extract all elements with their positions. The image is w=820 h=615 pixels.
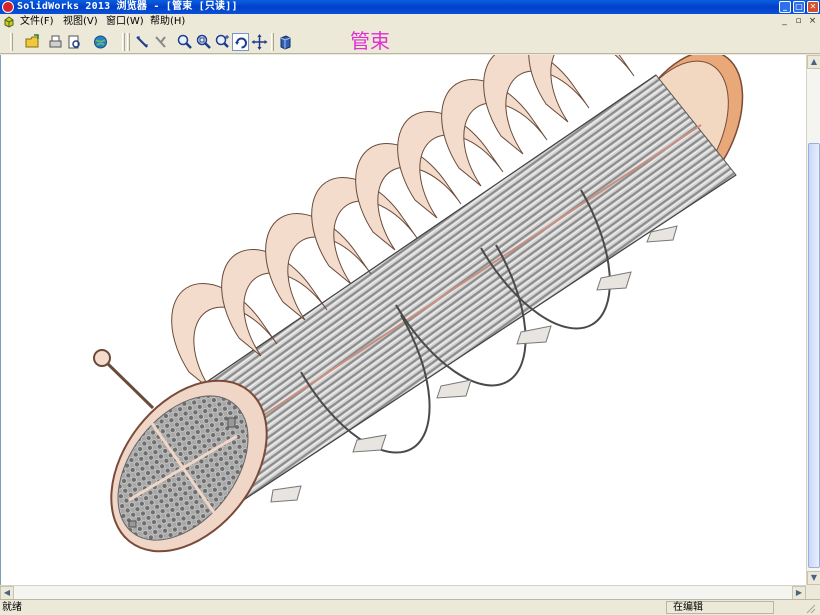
view-orientation-icon[interactable] — [277, 33, 294, 51]
mdi-restore-button[interactable]: ▫ — [793, 16, 804, 27]
toolbar-grip[interactable] — [122, 33, 125, 51]
horizontal-scrollbar[interactable]: ◀ ▶ — [0, 585, 806, 600]
tube-bundle-model — [93, 55, 744, 553]
zoom-area-icon[interactable] — [195, 33, 212, 51]
mdi-close-button[interactable]: × — [807, 16, 818, 27]
menu-window[interactable]: 窗口(W) — [106, 14, 144, 30]
minimize-button[interactable]: _ — [779, 1, 791, 13]
menu-view[interactable]: 视图(V) — [63, 14, 98, 30]
print-icon[interactable] — [47, 33, 64, 51]
zoom-fit-icon[interactable] — [176, 33, 193, 51]
close-button[interactable]: ✕ — [807, 1, 819, 13]
zoom-in-out-icon[interactable] — [214, 33, 231, 51]
menu-help[interactable]: 帮助(H) — [150, 14, 185, 30]
open-icon[interactable] — [24, 33, 41, 51]
scroll-down-icon[interactable]: ▼ — [807, 571, 820, 585]
lifting-lug — [93, 349, 155, 410]
mdi-minimize-button[interactable]: _ — [779, 16, 790, 27]
maximize-button[interactable]: □ — [793, 1, 805, 13]
document-icon[interactable] — [3, 16, 15, 28]
pan-icon[interactable] — [251, 33, 268, 51]
graphics-area[interactable] — [0, 55, 806, 585]
vertical-scrollbar[interactable]: ▲ ▼ — [806, 55, 820, 585]
scrollbar-corner — [806, 585, 820, 599]
scroll-left-icon[interactable]: ◀ — [0, 586, 14, 600]
rotate-icon[interactable] — [232, 33, 249, 51]
title-bar: SolidWorks 2013 浏览器 - [管束 [只读]] _ □ ✕ — [0, 0, 820, 14]
solidworks-app-icon[interactable] — [2, 1, 14, 13]
toolbar-grip[interactable] — [271, 33, 274, 51]
print-preview-icon[interactable] — [66, 33, 83, 51]
toolbar-grip[interactable] — [10, 33, 13, 51]
measure-icon[interactable] — [134, 33, 151, 51]
status-mode: 在编辑 — [666, 601, 774, 614]
resize-grip-icon[interactable] — [804, 602, 816, 614]
status-bar: 就绪 在编辑 — [0, 599, 820, 615]
status-text: 就绪 — [2, 602, 22, 613]
menu-bar: 文件(F) 视图(V) 窗口(W) 帮助(H) _ ▫ × — [0, 14, 820, 30]
toolbar — [0, 30, 820, 54]
window-title: SolidWorks 2013 浏览器 - [管束 [只读]] — [17, 1, 238, 12]
web-icon[interactable] — [92, 33, 109, 51]
hide-icon[interactable] — [152, 33, 169, 51]
scroll-right-icon[interactable]: ▶ — [792, 586, 806, 600]
vertical-scroll-thumb[interactable] — [808, 143, 820, 568]
document-label: 管束 — [350, 29, 390, 53]
toolbar-grip[interactable] — [127, 33, 130, 51]
scroll-up-icon[interactable]: ▲ — [807, 55, 820, 69]
menu-file[interactable]: 文件(F) — [20, 14, 54, 30]
